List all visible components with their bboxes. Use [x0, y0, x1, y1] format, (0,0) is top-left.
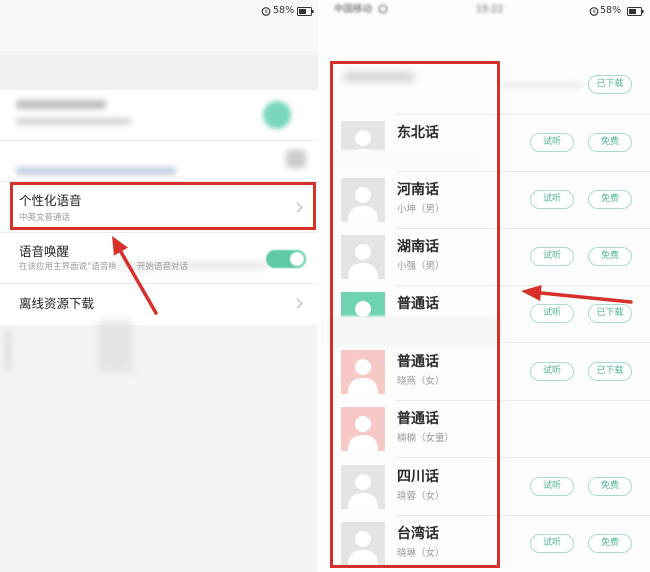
- settings-item-voice-wakeup[interactable]: 语音唤醒 在该应用主界面说“语音唤 开始语音对话: [0, 233, 318, 283]
- preview-button[interactable]: 试听: [530, 477, 574, 496]
- battery-icon: [627, 7, 644, 16]
- blurred-icon: [286, 150, 306, 168]
- downloaded-button[interactable]: 已下载: [588, 362, 632, 381]
- downloaded-button[interactable]: 已下载: [588, 75, 632, 94]
- downloaded-button[interactable]: 已下载: [588, 304, 632, 323]
- blurred-content: [16, 100, 106, 109]
- alarm-icon: [589, 6, 599, 16]
- annotation-box-voice-list: [330, 61, 500, 568]
- free-button[interactable]: 免费: [588, 247, 632, 266]
- carrier-name: 中国移动: [334, 4, 373, 15]
- free-button[interactable]: 免费: [588, 534, 632, 553]
- annotation-box-personalized-voice: [10, 182, 316, 230]
- blurred-content: [98, 321, 133, 373]
- free-button[interactable]: 免费: [588, 190, 632, 209]
- preview-button[interactable]: 试听: [530, 133, 574, 152]
- blurred-content: [16, 118, 131, 125]
- free-button[interactable]: 免费: [588, 477, 632, 496]
- blurred-content: [502, 83, 582, 87]
- toggle-knob: [290, 252, 304, 266]
- preview-button[interactable]: 试听: [530, 304, 574, 323]
- settings-item-offline-download[interactable]: 离线资源下载: [0, 284, 318, 324]
- blurred-content: [16, 167, 176, 175]
- voice-wakeup-toggle[interactable]: [266, 250, 306, 268]
- header-band: [0, 55, 318, 90]
- settings-item-title: 离线资源下载: [19, 296, 95, 311]
- preview-button[interactable]: 试听: [530, 247, 574, 266]
- alarm-icon: [261, 6, 271, 16]
- screenshot-stage: 58% 个性化语音 中英文普通话 语音唤醒 在该应用主界面说“语音唤 开始语音对…: [0, 0, 650, 572]
- settings-item-subtitle: 在该应用主界面说“语音唤: [19, 262, 117, 272]
- clock-time: 15:22: [476, 4, 504, 15]
- preview-button[interactable]: 试听: [530, 534, 574, 553]
- blurred-bottom-area: [0, 321, 318, 572]
- blurred-content: [4, 331, 12, 371]
- chevron-right-icon: [296, 298, 303, 309]
- free-button[interactable]: 免费: [588, 133, 632, 152]
- left-phone-screen: 58% 个性化语音 中英文普通话 语音唤醒 在该应用主界面说“语音唤 开始语音对…: [0, 0, 318, 572]
- blurred-toggle-icon: [263, 101, 291, 129]
- preview-button[interactable]: 试听: [530, 362, 574, 381]
- preview-button[interactable]: 试听: [530, 190, 574, 209]
- divider: [0, 140, 318, 141]
- settings-item-subtitle-end: 开始语音对话: [137, 262, 189, 272]
- battery-percent: 58%: [600, 5, 622, 16]
- settings-item-title: 语音唤醒: [19, 244, 70, 259]
- battery-percent: 58%: [273, 5, 295, 16]
- wifi-icon: [378, 4, 388, 14]
- battery-icon: [297, 7, 314, 16]
